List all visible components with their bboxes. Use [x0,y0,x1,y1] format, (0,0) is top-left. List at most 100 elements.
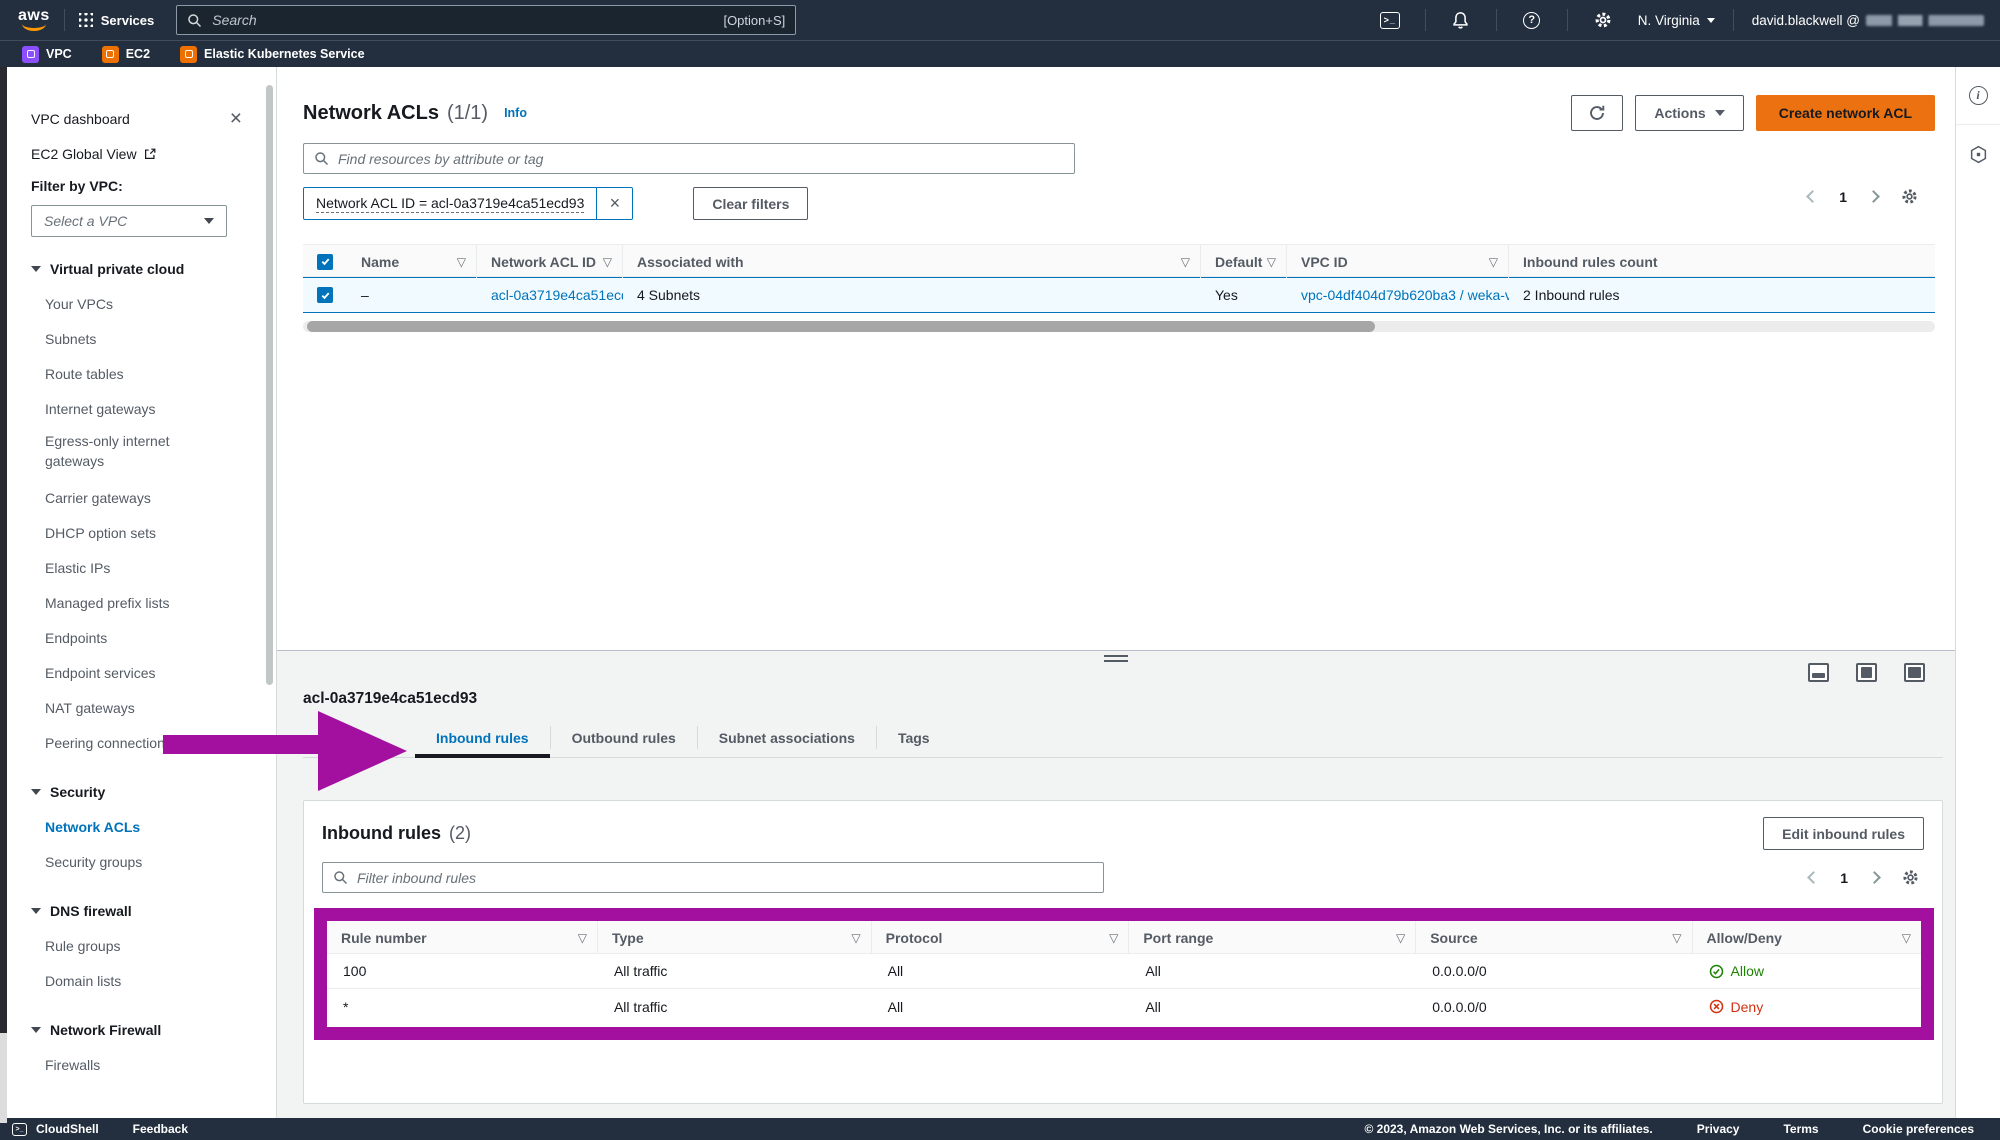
refresh-button[interactable] [1571,95,1623,131]
row-checkbox[interactable] [317,287,333,303]
panel-size-medium-button[interactable] [1856,663,1877,682]
sidebar-item-rule-groups[interactable]: Rule groups [31,928,276,963]
account-menu[interactable]: david.blackwell @ [1752,13,1984,28]
column-header-type[interactable]: Type▽ [598,921,872,954]
table-row[interactable]: – acl-0a3719e4ca51ecd93 4 Subnets Yes vp… [303,277,1935,313]
favorite-vpc[interactable]: VPC [22,46,72,63]
split-panel-drag-handle[interactable] [1104,655,1128,662]
rule-row[interactable]: * All traffic All All 0.0.0.0/0 Deny [327,989,1921,1024]
next-page-icon[interactable] [1867,190,1880,203]
cell-default: Yes [1201,287,1287,303]
sidebar-item-network-acls[interactable]: Network ACLs [31,809,276,844]
list-preferences-button[interactable] [1900,187,1919,206]
acl-id-link[interactable]: acl-0a3719e4ca51ecd93 [491,287,623,303]
resource-search[interactable] [303,143,1075,174]
tab-outbound-rules[interactable]: Outbound rules [551,718,697,757]
tab-inbound-rules[interactable]: Inbound rules [415,718,550,757]
sidebar-scrollbar[interactable] [266,85,273,685]
privacy-link[interactable]: Privacy [1697,1122,1740,1136]
column-header-associated-with[interactable]: Associated with▽ [623,245,1201,278]
sidebar-item-vpc-dashboard[interactable]: VPC dashboard [31,111,130,127]
sidebar-item-ec2-global-view[interactable]: EC2 Global View [31,146,157,162]
column-header-rule-number[interactable]: Rule number▽ [327,921,598,954]
help-button[interactable]: ? [1515,6,1549,34]
sidebar-item-elastic-ips[interactable]: Elastic IPs [31,550,276,585]
sidebar-item-security-groups[interactable]: Security groups [31,844,276,879]
cloudshell-button[interactable]: >_ [1373,6,1407,34]
column-header-port-range[interactable]: Port range▽ [1129,921,1416,954]
select-all-checkbox[interactable] [317,254,333,270]
sidebar-item-internet-gateways[interactable]: Internet gateways [31,391,276,426]
sidebar-item-your-vpcs[interactable]: Your VPCs [31,286,276,321]
region-selector[interactable]: N. Virginia [1638,13,1715,28]
aws-logo[interactable]: aws [18,9,50,31]
column-header-vpc-id[interactable]: VPC ID▽ [1287,245,1509,278]
column-header-name[interactable]: Name▽ [347,245,477,278]
notifications-button[interactable] [1444,6,1478,34]
filter-chip-remove-icon[interactable]: × [596,188,632,219]
sidebar-item-domain-lists[interactable]: Domain lists [31,963,276,998]
next-page-icon[interactable] [1868,871,1881,884]
favorite-ec2[interactable]: EC2 [102,46,150,63]
column-header-allow-deny[interactable]: Allow/Deny▽ [1693,921,1921,954]
global-search[interactable]: [Option+S] [176,5,796,35]
sidebar-section-security[interactable]: Security [31,774,276,809]
sidebar-item-subnets[interactable]: Subnets [31,321,276,356]
sidebar-item-endpoint-services[interactable]: Endpoint services [31,655,276,690]
current-page[interactable]: 1 [1839,189,1847,205]
sidebar-item-route-tables[interactable]: Route tables [31,356,276,391]
scrollbar-thumb[interactable] [307,321,1375,332]
sidebar-section-virtual-private-cloud[interactable]: Virtual private cloud [31,251,276,286]
sidebar-item-egress-only-internet-gateways[interactable]: Egress-only internet gateways [31,426,221,480]
terms-link[interactable]: Terms [1783,1122,1818,1136]
sidebar-item-peering-connections[interactable]: Peering connections [31,725,276,760]
rule-row[interactable]: 100 All traffic All All 0.0.0.0/0 Allow [327,954,1921,989]
sidebar-item-dhcp-option-sets[interactable]: DHCP option sets [31,515,276,550]
panel-size-full-button[interactable] [1904,663,1925,682]
window-edge-strip [0,67,7,1033]
create-network-acl-button[interactable]: Create network ACL [1756,95,1935,131]
select-vpc-dropdown[interactable]: Select a VPC [31,205,227,237]
associated-subnets-popover[interactable]: 4 Subnets [637,287,700,303]
sidebar-item-endpoints[interactable]: Endpoints [31,620,276,655]
inbound-rules-filter-input[interactable] [357,870,1093,886]
sidebar-close-icon[interactable]: × [230,108,242,129]
cloudshell-footer-button[interactable]: >_ CloudShell [12,1122,99,1136]
column-header-protocol[interactable]: Protocol▽ [872,921,1130,954]
column-header-inbound-rules-count[interactable]: Inbound rules count [1509,245,1935,278]
horizontal-scrollbar[interactable] [303,321,1935,332]
global-search-input[interactable] [212,12,713,28]
panel-size-small-button[interactable] [1808,663,1829,682]
tab-subnet-associations[interactable]: Subnet associations [698,718,876,757]
feedback-link[interactable]: Feedback [133,1122,188,1136]
sidebar-item-nat-gateways[interactable]: NAT gateways [31,690,276,725]
previous-page-icon[interactable] [1806,190,1819,203]
vpc-id-link[interactable]: vpc-04df404d79b620ba3 / weka-vpc [1301,287,1509,303]
services-menu-button[interactable]: Services [65,0,169,40]
current-page[interactable]: 1 [1840,870,1848,886]
cell-inbound-count: 2 Inbound rules [1509,287,1935,303]
column-header-default[interactable]: Default▽ [1201,245,1287,278]
sidebar-section-network-firewall[interactable]: Network Firewall [31,1012,276,1047]
inbound-rules-filter[interactable] [322,862,1104,893]
favorite-eks[interactable]: Elastic Kubernetes Service [180,46,365,63]
cookie-preferences-link[interactable]: Cookie preferences [1863,1122,1974,1136]
inbound-rules-preferences-button[interactable] [1901,868,1920,887]
clear-filters-button[interactable]: Clear filters [693,187,808,220]
sidebar-section-dns-firewall[interactable]: DNS firewall [31,893,276,928]
chevron-down-icon [1715,110,1725,116]
notifications-panel-button[interactable] [1956,125,2000,183]
settings-button[interactable] [1586,6,1620,34]
resource-search-input[interactable] [338,151,1064,167]
tab-tags[interactable]: Tags [877,718,951,757]
column-header-source[interactable]: Source▽ [1416,921,1692,954]
column-header-acl-id[interactable]: Network ACL ID▽ [477,245,623,278]
info-panel-button[interactable]: i [1956,67,2000,125]
previous-page-icon[interactable] [1807,871,1820,884]
sidebar-item-carrier-gateways[interactable]: Carrier gateways [31,480,276,515]
actions-dropdown-button[interactable]: Actions [1635,95,1743,131]
sidebar-item-managed-prefix-lists[interactable]: Managed prefix lists [31,585,276,620]
info-link[interactable]: Info [504,106,527,120]
edit-inbound-rules-button[interactable]: Edit inbound rules [1763,817,1924,850]
sidebar-item-firewalls[interactable]: Firewalls [31,1047,276,1082]
